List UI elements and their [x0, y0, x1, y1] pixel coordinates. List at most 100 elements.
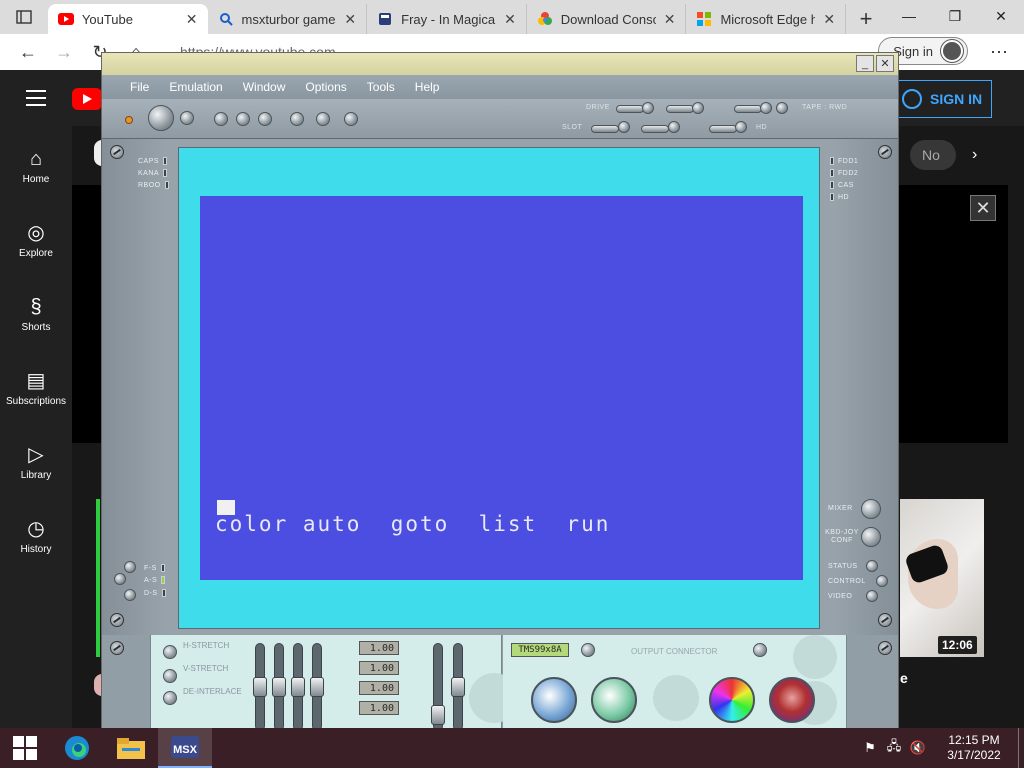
color-monitor-icon[interactable]: [709, 677, 755, 723]
de-interlace-toggle[interactable]: [163, 691, 177, 705]
stop-icon[interactable]: [258, 112, 272, 126]
video-type-knob[interactable]: [591, 677, 637, 723]
tab-download[interactable]: Download Conso ✕: [527, 4, 687, 34]
tape-slider[interactable]: [734, 105, 762, 113]
slot-1-slider[interactable]: [591, 125, 619, 133]
brightness-value: 1.00: [359, 641, 399, 655]
drive-a-slider[interactable]: [616, 105, 644, 113]
slot-1-eject[interactable]: [618, 121, 630, 133]
minimize-icon[interactable]: _: [856, 55, 874, 72]
taskbar-edge[interactable]: [50, 728, 104, 768]
settings-icon[interactable]: [316, 112, 330, 126]
hamburger-menu-icon[interactable]: [26, 90, 46, 106]
close-tab-icon[interactable]: ✕: [344, 11, 356, 28]
menu-options[interactable]: Options: [305, 80, 346, 94]
back-button[interactable]: ←: [10, 37, 46, 67]
slot-2-slider[interactable]: [641, 125, 669, 133]
menu-help[interactable]: Help: [415, 80, 440, 94]
v-stretch-toggle[interactable]: [163, 669, 177, 683]
hd-slider[interactable]: [709, 125, 737, 133]
tape-rewind[interactable]: [776, 102, 788, 114]
slot-2-eject[interactable]: [668, 121, 680, 133]
slider-handle[interactable]: [431, 705, 445, 725]
doublescan-toggle[interactable]: [124, 589, 136, 601]
sidebar-item-subscriptions[interactable]: ▤ Subscriptions: [0, 368, 72, 407]
sidebar-item-home[interactable]: ⌂ Home: [0, 146, 72, 185]
new-tab-button[interactable]: +: [846, 4, 886, 34]
more-menu-icon[interactable]: ⋯: [990, 42, 1008, 63]
drive-b-slider[interactable]: [666, 105, 694, 113]
close-tab-icon[interactable]: ✕: [664, 11, 676, 28]
output-connector-end[interactable]: [753, 643, 767, 657]
tab-actions-button[interactable]: [0, 0, 48, 34]
tab-fray[interactable]: Fray - In Magical ✕: [367, 4, 527, 34]
pause-icon[interactable]: [236, 112, 250, 126]
tape-icon[interactable]: [290, 112, 304, 126]
clock[interactable]: 12:15 PM 3/17/2022: [930, 733, 1018, 763]
taskbar-file-explorer[interactable]: [104, 728, 158, 768]
sidebar-item-library[interactable]: ▷ Library: [0, 442, 72, 481]
status-toggle[interactable]: [866, 560, 878, 572]
help-icon[interactable]: [344, 112, 358, 126]
sidebar-item-shorts[interactable]: § Shorts: [0, 294, 72, 333]
sidebar-item-history[interactable]: ◷ History: [0, 516, 72, 555]
reset-button[interactable]: [180, 111, 194, 125]
tab-youtube[interactable]: YouTube ✕: [47, 4, 208, 34]
video-thumbnail[interactable]: [900, 499, 984, 657]
emulator-title-bar[interactable]: _ ✕: [102, 53, 898, 75]
mixer-knob[interactable]: [861, 499, 881, 519]
slider-handle[interactable]: [272, 677, 286, 697]
volume-muted-icon[interactable]: 🔇: [906, 740, 930, 756]
drive-a-eject[interactable]: [642, 102, 654, 114]
kbd-joy-knob[interactable]: [861, 527, 881, 547]
led-indicator: [830, 181, 834, 189]
svg-text:MSX: MSX: [173, 744, 198, 756]
close-icon[interactable]: ✕: [978, 0, 1024, 32]
slider-handle[interactable]: [310, 677, 324, 697]
video-title[interactable]: e: [900, 670, 908, 686]
menu-file[interactable]: File: [130, 80, 149, 94]
drive-b-eject[interactable]: [692, 102, 704, 114]
filter-chip[interactable]: No: [910, 140, 956, 170]
close-tab-icon[interactable]: ✕: [186, 11, 198, 28]
taskbar-bluemsx[interactable]: MSX: [158, 728, 212, 768]
slider-handle[interactable]: [451, 677, 465, 697]
h-stretch-toggle[interactable]: [163, 645, 177, 659]
tab-microsoft-edge[interactable]: Microsoft Edge h ✕: [686, 4, 847, 34]
chevron-right-icon[interactable]: ›: [972, 146, 977, 164]
video-toggle[interactable]: [866, 590, 878, 602]
menu-tools[interactable]: Tools: [367, 80, 395, 94]
close-tab-icon[interactable]: ✕: [823, 11, 835, 28]
fullscreen-toggle[interactable]: [124, 561, 136, 573]
minimize-icon[interactable]: —: [886, 0, 932, 32]
menu-window[interactable]: Window: [243, 80, 286, 94]
flag-icon[interactable]: ⚑: [858, 740, 882, 756]
forward-button[interactable]: →: [46, 37, 82, 67]
close-icon[interactable]: ✕: [970, 195, 996, 221]
control-toggle[interactable]: [876, 575, 888, 587]
close-icon[interactable]: ✕: [876, 55, 894, 72]
restore-icon[interactable]: ❐: [932, 0, 978, 32]
video-thumbnail[interactable]: [96, 499, 100, 657]
youtube-logo[interactable]: [72, 88, 102, 110]
slider-handle[interactable]: [291, 677, 305, 697]
show-desktop-button[interactable]: [1018, 728, 1024, 768]
monitor-type-knob[interactable]: [531, 677, 577, 723]
sidebar-item-explore[interactable]: ◎ Explore: [0, 220, 72, 259]
slider-handle[interactable]: [253, 677, 267, 697]
msx-screen-border[interactable]: color auto goto list run: [178, 147, 820, 629]
autostretch-toggle[interactable]: [114, 573, 126, 585]
hd-eject[interactable]: [735, 121, 747, 133]
close-tab-icon[interactable]: ✕: [504, 11, 516, 28]
tape-eject[interactable]: [760, 102, 772, 114]
tab-msxturbor[interactable]: msxturbor games ✕: [208, 4, 368, 34]
power-led-icon: [125, 116, 133, 124]
youtube-sign-in-button[interactable]: SIGN IN: [895, 80, 992, 118]
start-button[interactable]: [0, 728, 50, 768]
network-icon[interactable]: 🖧: [882, 737, 906, 759]
sprite-monitor-icon[interactable]: [769, 677, 815, 723]
menu-emulation[interactable]: Emulation: [169, 80, 222, 94]
output-connector-knob[interactable]: [581, 643, 595, 657]
power-knob[interactable]: [148, 105, 174, 131]
play-icon[interactable]: [214, 112, 228, 126]
